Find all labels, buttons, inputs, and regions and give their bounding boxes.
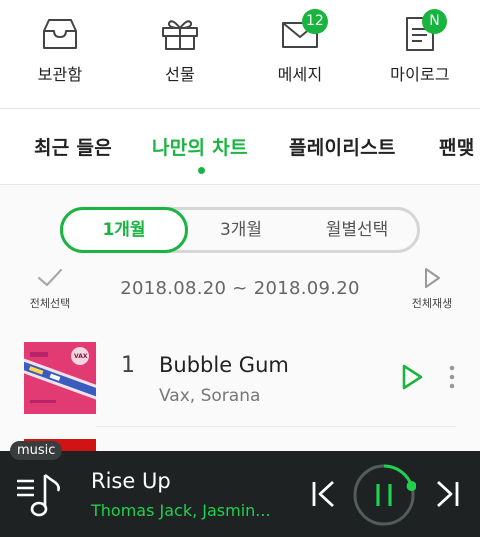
select-all-label: 전체선택 [29, 297, 71, 310]
checkmark-icon [37, 268, 63, 287]
select-all-button[interactable]: 전체선택 [20, 267, 80, 311]
mail-icon: 12 [280, 9, 328, 53]
previous-track-icon[interactable] [309, 479, 339, 509]
playback-progress-knob[interactable] [406, 481, 416, 492]
mylog-document-icon: N [400, 9, 447, 53]
playback-progress-arc [383, 464, 414, 487]
song-rank: 1 [121, 353, 135, 378]
menu-gift[interactable]: 선물 [120, 0, 240, 108]
storage-box-icon [40, 15, 80, 53]
play-all-label: 전체재생 [411, 297, 453, 310]
song-title: Bubble Gum [159, 353, 289, 377]
tab-fan[interactable]: 팬맺 [439, 133, 475, 160]
active-tab-indicator [198, 167, 205, 174]
menu-message-label: 메세지 [277, 65, 323, 84]
tab-my-chart[interactable]: 나만의 차트 [152, 133, 248, 160]
tab-playlist[interactable]: 플레이리스트 [289, 133, 396, 160]
tab-bar: 최근 들은 나만의 차트 플레이리스트 팬맺 [0, 109, 480, 184]
play-outline-icon [425, 268, 440, 288]
song-row[interactable]: VAX 1 Bubble Gum Vax, Sorana [0, 335, 480, 425]
date-range: 2018.08.20 ~ 2018.09.20 [120, 278, 360, 299]
now-playing-artist: Thomas Jack, Jasmin... [91, 501, 271, 520]
album-art-label: VAX [74, 353, 88, 360]
menu-storage-label: 보관함 [37, 65, 83, 84]
menu-mylog[interactable]: N 마이로그 [360, 0, 480, 108]
song-artist: Vax, Sorana [159, 386, 261, 406]
top-menu: 보관함 선물 12 메세지 N 마이로그 [0, 0, 480, 108]
play-song-button[interactable] [398, 363, 426, 391]
tab-recent[interactable]: 최근 들은 [34, 133, 112, 160]
message-count-badge: 12 [302, 9, 328, 34]
mylog-new-badge: N [422, 9, 447, 34]
music-tag: music [10, 441, 63, 460]
period-monthly-select[interactable]: 월별선택 [298, 210, 416, 250]
period-1-month[interactable]: 1개월 [60, 207, 188, 253]
playlist-menu-icon[interactable] [14, 469, 64, 519]
now-playing-title: Rise Up [91, 469, 171, 493]
menu-gift-label: 선물 [165, 65, 195, 84]
gift-icon [160, 15, 200, 53]
row-divider [96, 426, 456, 427]
mini-player[interactable]: music Rise Up Thomas Jack, Jasmin... [0, 441, 480, 537]
chart-content: 1개월 3개월 월별선택 전체선택 2018.08.20 ~ 2018.09.2… [0, 185, 480, 451]
menu-message[interactable]: 12 메세지 [240, 0, 360, 108]
period-selector: 1개월 3개월 월별선택 [60, 207, 420, 253]
next-track-icon[interactable] [432, 479, 462, 509]
more-options-icon[interactable] [444, 363, 460, 391]
play-all-button[interactable]: 전체재생 [402, 267, 462, 311]
album-art[interactable]: VAX [24, 342, 96, 414]
menu-mylog-label: 마이로그 [390, 65, 450, 84]
pause-button[interactable] [352, 463, 416, 527]
period-3-months[interactable]: 3개월 [191, 210, 291, 250]
menu-storage[interactable]: 보관함 [0, 0, 120, 108]
